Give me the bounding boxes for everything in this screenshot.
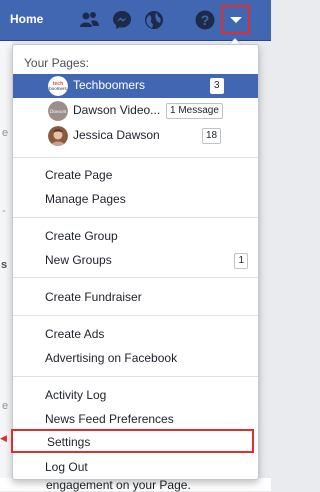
page-item-jessica-dawson[interactable]: Jessica Dawson 18 [13,124,258,148]
page-name: Techboomers [73,78,146,92]
log-out-item[interactable]: Log Out [13,456,258,478]
page-item-techboomers[interactable]: tech boomers Techboomers 3 [13,74,258,98]
help-icon[interactable]: ? [194,9,216,31]
globe-icon[interactable] [143,9,165,31]
new-groups-count-badge: 1 [234,253,248,269]
menu-divider [13,376,258,377]
activity-log-item[interactable]: Activity Log [13,384,258,406]
create-group-item[interactable]: Create Group [13,225,258,247]
notification-badge: 3 [210,78,224,94]
settings-item[interactable]: Settings [11,429,254,453]
new-groups-item[interactable]: New Groups 1 [13,249,258,271]
background-fragment: ‐ [2,205,6,217]
page-name: Jessica Dawson [73,128,160,142]
news-feed-preferences-item[interactable]: News Feed Preferences [13,408,258,430]
menu-divider [13,157,258,158]
techboomers-avatar: tech boomers [48,76,68,96]
friends-icon[interactable] [78,9,100,31]
messenger-icon[interactable] [111,9,133,31]
advertising-on-facebook-item[interactable]: Advertising on Facebook [13,347,258,369]
background-fragment: e [2,127,9,139]
background-post-text: engagement on your Page. [46,478,191,492]
home-link[interactable]: Home [10,12,43,26]
svg-text:?: ? [201,12,210,28]
your-pages-header: Your Pages: [24,56,89,70]
top-navigation-bar: Home ? [0,0,271,41]
background-fragment: e [2,400,9,412]
background-fragment: s [1,259,8,271]
menu-divider [13,315,258,316]
svg-text:boomers: boomers [49,86,67,91]
create-ads-item[interactable]: Create Ads [13,323,258,345]
menu-divider [13,277,258,278]
create-page-item[interactable]: Create Page [13,164,258,186]
message-badge: 1 Message [166,103,223,119]
dawson-video-avatar: Dawson [48,101,68,121]
background-fragment: ◀ [0,433,7,443]
new-groups-label: New Groups [45,253,112,267]
account-dropdown-menu: Your Pages: tech boomers Techboomers 3 D… [12,44,259,480]
account-menu-button[interactable] [221,5,250,34]
notification-badge: 18 [202,128,222,144]
svg-text:Dawson: Dawson [49,110,67,115]
menu-divider [13,217,258,218]
manage-pages-item[interactable]: Manage Pages [13,188,258,210]
page-name: Dawson Video... [73,103,161,117]
create-fundraiser-item[interactable]: Create Fundraiser [13,286,258,308]
page-item-dawson-video[interactable]: Dawson Dawson Video... 1 Message [13,99,258,123]
dropdown-arrow-icon [229,16,242,23]
settings-label: Settings [47,435,91,449]
jessica-dawson-avatar [48,126,68,146]
